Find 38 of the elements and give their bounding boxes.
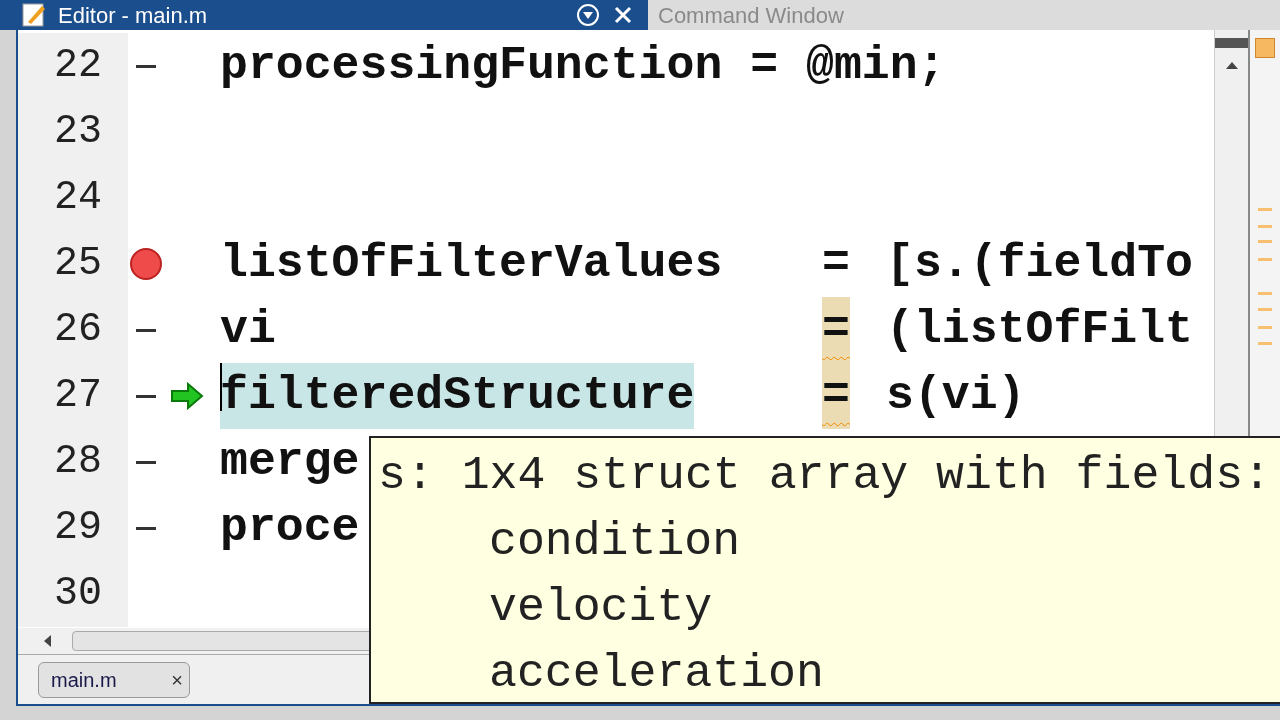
line-number: 25 [54,240,103,288]
line-number: 29 [54,504,103,552]
code-line: merge [220,434,360,491]
field-name: acceleration [488,646,825,702]
close-icon[interactable] [614,6,632,24]
code-text: listOfFilterValues [220,236,723,293]
file-tab[interactable]: main.m × [38,661,190,698]
scroll-up-icon[interactable] [1224,60,1239,70]
code-text: filteredStructure [220,363,695,429]
line-number: 23 [54,108,103,156]
warning-marks-icon [1258,208,1272,348]
line-number: 24 [54,174,103,222]
code-text: [s.(fieldTo [886,236,1193,293]
line-number: 28 [54,438,103,486]
scroll-left-icon[interactable] [42,634,52,648]
code-text: s(vi) [886,368,1026,425]
scrollbar-thumb[interactable] [1214,38,1249,48]
code-text: = [822,363,850,429]
tooltip-title: s: 1x4 struct array with fields: [378,448,1272,504]
dropdown-icon[interactable] [576,3,600,27]
line-number: 22 [54,42,103,90]
line-number: 30 [54,570,103,618]
field-name: condition [488,514,742,570]
text-cursor [220,363,222,412]
code-text: = [822,297,850,363]
code-text: vi [220,302,276,359]
field-name: velocity [488,580,714,636]
line-number: 27 [54,372,103,420]
document-icon [20,2,48,28]
panel-tab[interactable]: Editor - main.m [0,0,648,30]
code-line: processingFunction = @min; [220,38,946,95]
code-text: (listOfFilt [886,302,1193,359]
warning-indicator-icon [1255,38,1275,58]
breakpoint-icon[interactable] [130,248,162,280]
close-icon[interactable]: × [171,664,183,695]
code-text: = [822,236,850,293]
code-line: proce [220,500,360,557]
line-number: 26 [54,306,103,354]
